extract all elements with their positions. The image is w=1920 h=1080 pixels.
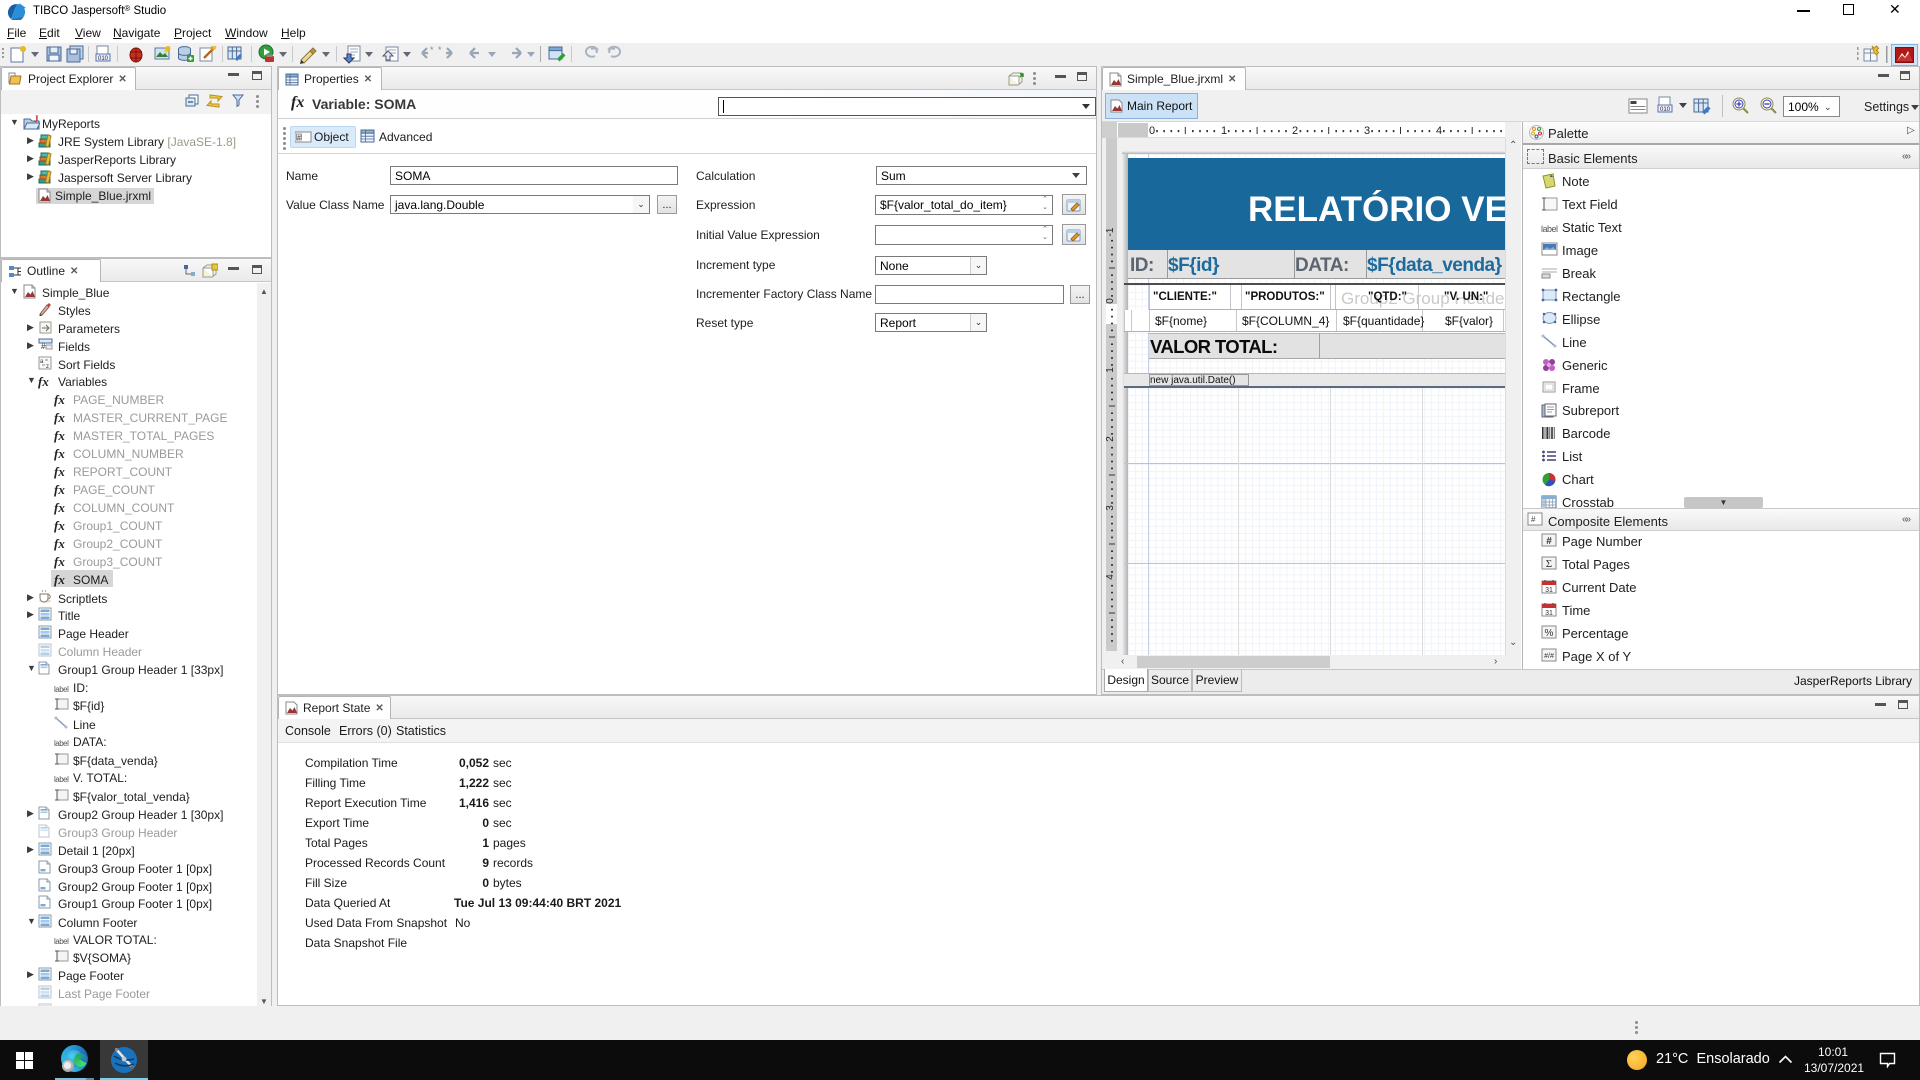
svg-text:2: 2 (1292, 125, 1298, 137)
svg-text:*: * (430, 45, 434, 55)
svg-text:1: 1 (1106, 367, 1116, 373)
svg-text:-1: -1 (1106, 227, 1116, 236)
svg-text:*: * (438, 45, 442, 55)
svg-text:#: # (297, 135, 301, 142)
svg-text:31: 31 (1545, 587, 1553, 594)
svg-text:4: 4 (1106, 574, 1116, 580)
svg-text:0: 0 (1106, 298, 1116, 304)
svg-text:1: 1 (1221, 125, 1227, 137)
svg-text:z: z (46, 364, 49, 370)
svg-text:31: 31 (1545, 610, 1553, 617)
svg-text:#: # (41, 342, 46, 351)
svg-text:2: 2 (1106, 436, 1116, 442)
svg-text:010: 010 (1660, 107, 1671, 113)
svg-text:3: 3 (1364, 125, 1370, 137)
svg-text:010: 010 (98, 56, 109, 62)
svg-text:0: 0 (1149, 125, 1155, 137)
svg-text:#/#: #/# (1544, 653, 1554, 660)
svg-text:#: # (1546, 536, 1552, 547)
svg-text:Σ: Σ (1546, 558, 1552, 570)
svg-text:4: 4 (1436, 125, 1442, 137)
svg-text:#: # (1531, 515, 1536, 524)
svg-text:%: % (1545, 628, 1554, 639)
svg-text:3: 3 (1106, 505, 1116, 511)
svg-text:J: J (34, 115, 39, 124)
